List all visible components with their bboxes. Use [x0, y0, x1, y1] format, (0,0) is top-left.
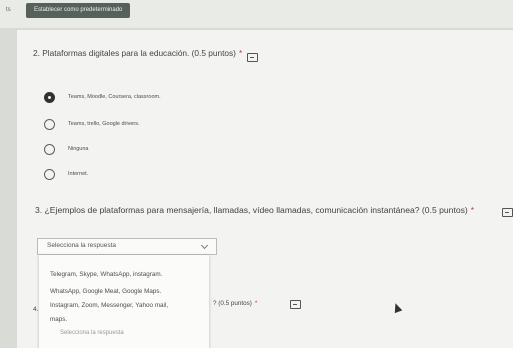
question-2-text: 2. Plataformas digitales para la educaci…: [33, 48, 236, 58]
question-4-number: 4.: [33, 306, 39, 313]
option-4-label: Internet.: [68, 171, 89, 177]
image-icon[interactable]: [502, 208, 513, 217]
option-1-label: Teams, Moodle, Coursera, classroom.: [68, 94, 161, 100]
option-3-label: Ninguna: [68, 146, 89, 152]
dropdown-option[interactable]: maps.: [50, 316, 67, 323]
dropdown-option[interactable]: Telegram, Skype, WhatsApp, instagram.: [50, 271, 162, 278]
chevron-down-icon: [200, 241, 209, 250]
required-mark: *: [470, 205, 475, 215]
dropdown-option[interactable]: WhatsApp, Google Meat, Google Maps.: [50, 288, 161, 295]
image-icon[interactable]: [247, 53, 258, 62]
radio-option-3[interactable]: [44, 144, 55, 155]
option-2-label: Teams, trello, Google drivers.: [68, 121, 140, 127]
question-4-text: ? (0.5 puntos): [213, 300, 252, 307]
required-mark: *: [238, 48, 243, 58]
question-4-title: ? (0.5 puntos) *: [213, 300, 257, 307]
top-small-text: ts: [6, 7, 11, 13]
image-icon[interactable]: [290, 300, 301, 309]
tooltip-set-default: Establecer como predeterminado: [26, 3, 131, 18]
required-mark: *: [254, 300, 258, 307]
question-2-title: 2. Plataformas digitales para la educaci…: [33, 48, 242, 58]
radio-option-4[interactable]: [44, 169, 55, 180]
answer-select[interactable]: Selecciona la respuesta: [37, 238, 217, 255]
radio-option-2[interactable]: [44, 119, 55, 130]
dropdown-option[interactable]: Instagram, Zoom, Messenger, Yahoo mail,: [50, 302, 168, 309]
question-3-title: 3. ¿Ejemplos de plataformas para mensaje…: [35, 205, 474, 215]
faded-select-placeholder: Selecciona la respuesta: [60, 330, 124, 336]
question-3-text: 3. ¿Ejemplos de plataformas para mensaje…: [35, 205, 468, 215]
radio-option-1[interactable]: [44, 92, 55, 103]
select-placeholder: Selecciona la respuesta: [47, 242, 117, 249]
